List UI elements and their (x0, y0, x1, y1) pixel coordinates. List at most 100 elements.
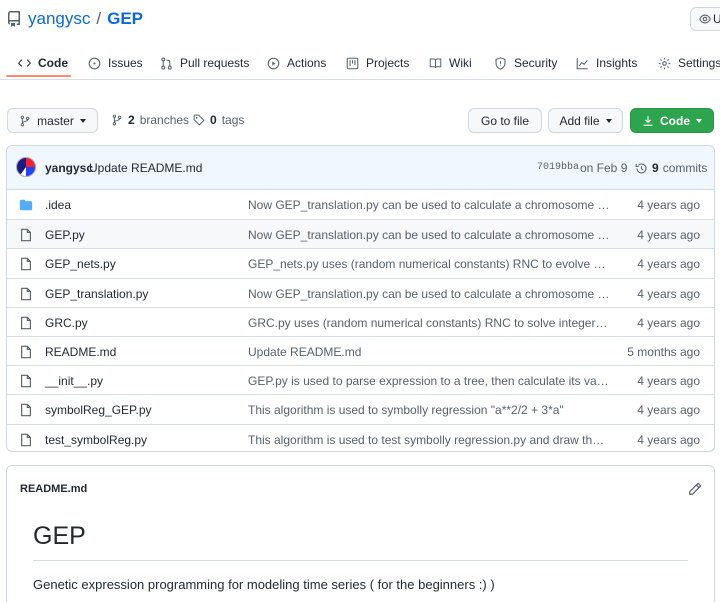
chevron-down-icon (79, 118, 86, 123)
file-commit-message[interactable]: GEP_nets.py uses (random numerical const… (248, 257, 610, 271)
readme-divider (33, 560, 688, 561)
file-browser: yangysc Update README.md 7019bba on Feb … (6, 145, 715, 452)
file-commit-message[interactable]: GRC.py uses (random numerical constants)… (248, 316, 610, 330)
tab-issues[interactable]: Issues (88, 48, 143, 78)
tab-settings[interactable]: Settings (658, 48, 720, 78)
file-commit-message[interactable]: Now GEP_translation.py can be used to ca… (248, 198, 610, 212)
file-row[interactable]: GEP_translation.py Now GEP_translation.py… (7, 277, 714, 307)
file-name[interactable]: __init__.py (45, 374, 103, 388)
commit-count-label: commits (662, 161, 708, 175)
repo-name-link[interactable]: GEP (107, 9, 143, 29)
file-name[interactable]: test_symbolReg.py (45, 433, 147, 447)
file-age: 4 years ago (637, 286, 700, 301)
file-name[interactable]: .idea (45, 198, 71, 212)
repo-tabs: Code Issues Pull requests Actions Projec… (0, 48, 720, 78)
file-age: 4 years ago (637, 228, 700, 243)
readme-title: GEP (33, 522, 86, 550)
tab-code-label: Code (38, 56, 68, 70)
project-icon (346, 57, 359, 69)
file-commit-message[interactable]: Now GEP_translation.py can be used to ca… (248, 228, 610, 242)
book-icon (429, 58, 442, 68)
repo-separator: / (96, 9, 102, 28)
play-icon (267, 57, 280, 69)
file-commit-message[interactable]: This algorithm is used to test symbolly … (248, 433, 610, 447)
file-icon (21, 258, 31, 271)
add-file-button[interactable]: Add file (548, 108, 623, 133)
tab-insights[interactable]: Insights (576, 48, 637, 78)
issue-icon (88, 57, 101, 69)
folder-icon (19, 199, 33, 211)
file-age: 4 years ago (637, 432, 700, 447)
file-icon (21, 287, 31, 300)
file-commit-message[interactable]: GEP.py is used to parse expression to a … (248, 374, 610, 388)
commit-author[interactable]: yangysc (45, 161, 93, 175)
file-name[interactable]: README.md (45, 345, 116, 359)
repo-owner-link[interactable]: yangysc (28, 9, 90, 29)
code-icon (18, 59, 31, 67)
add-file-label: Add file (559, 113, 600, 128)
commits-link[interactable]: 9 commits (635, 161, 707, 175)
file-row[interactable]: GRC.py GRC.py uses (random numerical cons… (7, 306, 714, 336)
file-icon (21, 228, 31, 242)
file-commit-message[interactable]: Now GEP_translation.py can be used to ca… (248, 287, 610, 301)
file-row[interactable]: GEP_nets.py GEP_nets.py uses (random nume… (7, 248, 714, 277)
shield-icon (495, 56, 506, 70)
file-name[interactable]: GEP_translation.py (45, 287, 148, 301)
branch-icon (112, 114, 122, 126)
file-age: 4 years ago (637, 198, 700, 212)
repo-header: yangysc / GEP (6, 9, 143, 29)
tab-actions-label: Actions (287, 56, 327, 70)
gear-icon (658, 57, 671, 69)
tab-pull-requests[interactable]: Pull requests (160, 48, 249, 78)
go-to-file-button[interactable]: Go to file (468, 108, 542, 133)
tab-settings-label: Settings (678, 56, 720, 70)
file-row[interactable]: symbolReg_GEP.py This algorithm is used t… (7, 394, 714, 423)
file-age: 4 years ago (637, 257, 700, 272)
branch-select-button[interactable]: master (7, 108, 98, 133)
avatar[interactable] (16, 157, 36, 177)
readme-description: Genetic expression programming for model… (33, 577, 495, 592)
tabs-divider (0, 79, 720, 80)
branches-link[interactable]: 2 branches (111, 113, 189, 127)
commit-message[interactable]: Update README.md (89, 161, 202, 175)
file-icon (21, 433, 31, 446)
file-row[interactable]: GEP.py Now GEP_translation.py can be used… (7, 219, 714, 249)
tab-wiki[interactable]: Wiki (429, 48, 472, 78)
file-row[interactable]: test_symbolReg.py This algorithm is used … (7, 423, 714, 452)
file-name[interactable]: GRC.py (45, 316, 88, 330)
latest-commit-bar: yangysc Update README.md 7019bba on Feb … (7, 146, 714, 190)
tab-code[interactable]: Code (18, 48, 68, 78)
tab-issues-label: Issues (108, 56, 143, 70)
code-button[interactable]: Code (630, 108, 714, 133)
commit-date: on Feb 9 (580, 161, 628, 175)
tab-projects[interactable]: Projects (346, 48, 409, 78)
eye-icon (699, 14, 711, 24)
tags-link[interactable]: 0 tags (193, 113, 244, 127)
file-name[interactable]: symbolReg_GEP.py (45, 403, 152, 417)
go-to-file-label: Go to file (480, 113, 530, 128)
file-row[interactable]: README.md Update README.md 5 months ago (7, 335, 714, 365)
branches-label: branches (139, 113, 190, 127)
branch-name: master (37, 113, 74, 128)
chevron-down-icon (605, 118, 612, 123)
history-icon (635, 162, 647, 173)
tab-security[interactable]: Security (494, 48, 557, 78)
file-name[interactable]: GEP.py (45, 228, 85, 242)
file-commit-message[interactable]: Update README.md (248, 345, 610, 359)
pencil-icon[interactable] (688, 482, 702, 496)
tags-count: 0 (210, 113, 217, 127)
tab-security-label: Security (514, 56, 558, 70)
file-commit-message[interactable]: This algorithm is used to symbolly regre… (248, 403, 610, 417)
active-tab-indicator (6, 75, 71, 77)
commit-count: 9 (652, 161, 659, 175)
tab-actions[interactable]: Actions (267, 48, 326, 78)
file-row[interactable]: .idea Now GEP_translation.py can be used … (7, 190, 714, 219)
readme-header: README.md (20, 483, 88, 495)
file-row[interactable]: __init__.py GEP.py is used to parse expre… (7, 365, 714, 394)
chevron-down-icon (696, 118, 702, 123)
commit-sha[interactable]: 7019bba (537, 162, 579, 173)
watch-label: U (713, 12, 720, 26)
file-icon (21, 404, 31, 417)
file-name[interactable]: GEP_nets.py (45, 257, 116, 271)
watch-button[interactable]: U (690, 7, 720, 31)
